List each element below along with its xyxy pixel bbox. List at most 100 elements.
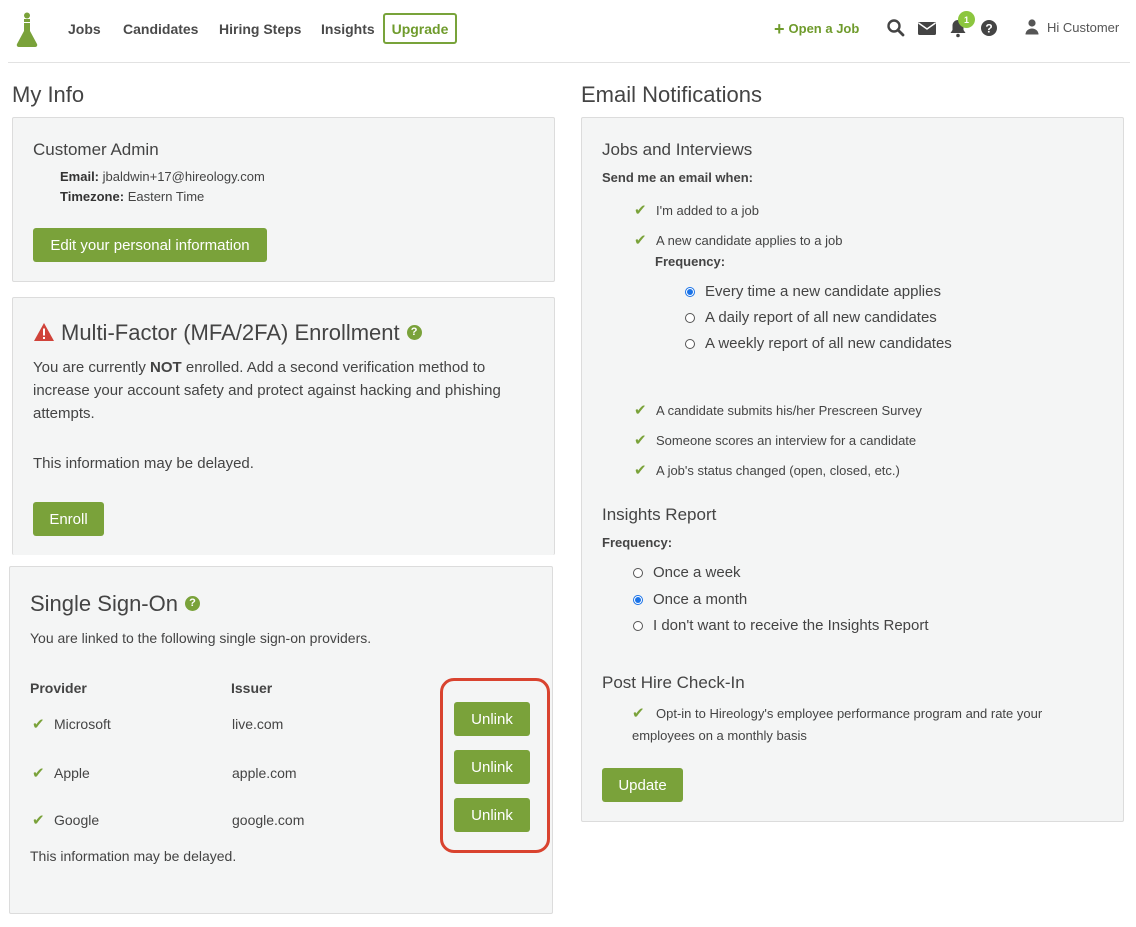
search-icon[interactable]	[886, 18, 906, 38]
open-job-button[interactable]: + Open a Job	[774, 18, 860, 39]
plus-icon: +	[774, 18, 785, 39]
insights-none-radio[interactable]: I don't want to receive the Insights Rep…	[633, 617, 929, 634]
hireology-logo-icon[interactable]	[14, 12, 40, 48]
user-greeting: Hi Customer	[1047, 19, 1120, 35]
nav-jobs[interactable]: Jobs	[68, 21, 101, 37]
send-email-label: Send me an email when:	[602, 170, 753, 185]
sso-row-provider: ✔ Apple	[32, 764, 90, 782]
radio-label: Once a week	[653, 564, 741, 581]
insights-monthly-radio[interactable]: Once a month	[633, 591, 747, 608]
sso-row-issuer: apple.com	[232, 765, 297, 781]
sso-row-issuer: google.com	[232, 812, 305, 828]
mfa-description: You are currently NOT enrolled. Add a se…	[33, 356, 523, 425]
timezone-label: Timezone:	[60, 189, 125, 204]
checkbox-label: I'm added to a job	[656, 202, 759, 218]
radio-label: Every time a new candidate applies	[705, 283, 941, 300]
enroll-button[interactable]: Enroll	[33, 502, 104, 536]
user-menu[interactable]: Hi Customer	[1025, 19, 1119, 35]
check-icon: ✔	[32, 716, 45, 733]
sso-help-icon[interactable]: ?	[184, 595, 200, 611]
sso-row-provider: ✔ Google	[32, 811, 99, 829]
radio-label: A daily report of all new candidates	[705, 309, 937, 326]
check-icon: ✔	[634, 232, 647, 249]
notify-prescreen-checkbox[interactable]: ✔ A candidate submits his/her Prescreen S…	[634, 401, 922, 419]
user-icon	[1025, 19, 1039, 35]
notify-added-to-job-checkbox[interactable]: ✔ I'm added to a job	[634, 201, 759, 219]
check-icon: ✔	[632, 705, 645, 722]
upgrade-button[interactable]: Upgrade	[383, 13, 457, 44]
radio-button[interactable]	[633, 620, 643, 631]
sso-row-issuer: live.com	[232, 716, 284, 732]
check-icon: ✔	[32, 765, 45, 782]
notify-job-status-checkbox[interactable]: ✔ A job's status changed (open, closed, e…	[634, 461, 900, 479]
my-info-title: My Info	[12, 82, 85, 107]
svg-text:?: ?	[985, 22, 992, 36]
provider-name: Microsoft	[54, 716, 111, 732]
radio-button[interactable]	[633, 567, 643, 578]
nav-insights[interactable]: Insights	[321, 21, 375, 37]
my-info-panel: Customer Admin Email: jbaldwin+17@hireol…	[12, 117, 555, 282]
freq-every-time-radio[interactable]: Every time a new candidate applies	[685, 283, 941, 300]
insights-report-heading: Insights Report	[602, 505, 717, 524]
nav-hiring-steps[interactable]: Hiring Steps	[219, 21, 301, 37]
radio-button[interactable]	[685, 312, 695, 323]
sso-title: Single Sign-On	[30, 591, 178, 616]
mfa-delayed-note: This information may be delayed.	[33, 455, 254, 472]
email-notifications-panel: Jobs and Interviews Send me an email whe…	[581, 117, 1124, 822]
edit-personal-info-button[interactable]: Edit your personal information	[33, 228, 267, 262]
top-navigation-bar: Jobs Candidates Hiring Steps Insights Up…	[0, 0, 1136, 63]
post-hire-heading: Post Hire Check-In	[602, 673, 745, 692]
radio-label: I don't want to receive the Insights Rep…	[653, 617, 929, 634]
open-job-label: Open a Job	[788, 21, 860, 36]
unlink-buttons-highlight	[440, 678, 550, 853]
mfa-panel: Multi-Factor (MFA/2FA) Enrollment? You a…	[12, 297, 555, 555]
notify-new-candidate-checkbox[interactable]: ✔ A new candidate applies to a job	[634, 231, 842, 249]
radio-button[interactable]	[685, 338, 695, 349]
radio-label: A weekly report of all new candidates	[705, 335, 952, 352]
issuer-column-header: Issuer	[231, 680, 273, 696]
mfa-help-icon[interactable]: ?	[406, 324, 422, 340]
freq-weekly-radio[interactable]: A weekly report of all new candidates	[685, 335, 952, 352]
sso-row-provider: ✔ Microsoft	[32, 715, 111, 733]
provider-column-header: Provider	[30, 680, 87, 696]
radio-label: Once a month	[653, 591, 748, 608]
check-icon: ✔	[32, 812, 45, 829]
timezone-value: Eastern Time	[127, 189, 205, 204]
sso-description: You are linked to the following single s…	[30, 630, 372, 646]
checkbox-label: Opt-in to Hireology's employee performan…	[632, 706, 1043, 743]
radio-button[interactable]	[685, 286, 695, 297]
update-button[interactable]: Update	[602, 768, 683, 802]
timezone-line: Timezone: Eastern Time	[60, 189, 204, 204]
email-notifications-title: Email Notifications	[581, 82, 762, 107]
insights-frequency-label: Frequency:	[602, 535, 673, 550]
mfa-desc-start: You are currently	[33, 359, 151, 376]
provider-name: Apple	[54, 765, 90, 781]
insights-weekly-radio[interactable]: Once a week	[633, 564, 741, 581]
sso-heading: Single Sign-On?	[30, 591, 200, 617]
provider-name: Google	[54, 812, 100, 828]
notification-count-badge: 1	[958, 11, 975, 28]
mfa-title: Multi-Factor (MFA/2FA) Enrollment	[61, 320, 400, 345]
help-icon[interactable]: ?	[979, 18, 999, 38]
mail-icon[interactable]	[917, 18, 937, 38]
header-divider	[8, 62, 1130, 63]
mfa-desc-bold: NOT	[150, 359, 182, 376]
freq-daily-radio[interactable]: A daily report of all new candidates	[685, 309, 937, 326]
frequency-label: Frequency:	[655, 254, 726, 269]
check-icon: ✔	[634, 462, 647, 479]
email-value: jbaldwin+17@hireology.com	[102, 169, 265, 184]
post-hire-opt-in-checkbox[interactable]: ✔ Opt-in to Hireology's employee performa…	[632, 703, 1072, 747]
checkbox-label: A new candidate applies to a job	[656, 232, 843, 248]
check-icon: ✔	[634, 402, 647, 419]
jobs-interviews-heading: Jobs and Interviews	[602, 140, 753, 159]
nav-candidates[interactable]: Candidates	[123, 21, 198, 37]
sso-delayed-note: This information may be delayed.	[30, 848, 237, 864]
mfa-heading: Multi-Factor (MFA/2FA) Enrollment?	[33, 320, 422, 346]
check-icon: ✔	[634, 432, 647, 449]
email-line: Email: jbaldwin+17@hireology.com	[60, 169, 265, 184]
notify-interview-scored-checkbox[interactable]: ✔ Someone scores an interview for a candi…	[634, 431, 916, 449]
check-icon: ✔	[634, 202, 647, 219]
checkbox-label: A job's status changed (open, closed, et…	[656, 462, 900, 478]
radio-button[interactable]	[633, 594, 643, 605]
warning-icon	[34, 323, 54, 342]
